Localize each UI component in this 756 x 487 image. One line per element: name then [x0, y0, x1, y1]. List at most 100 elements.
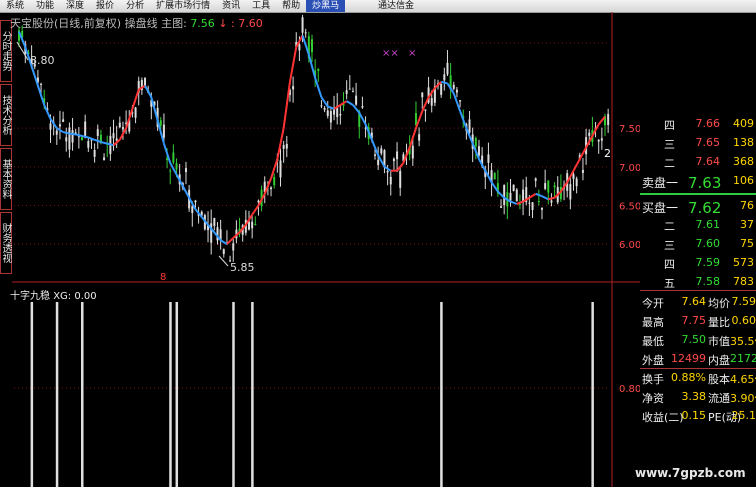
stat-value: 21728 [730, 352, 756, 365]
ask-row: 三 7.65 138 [640, 134, 756, 152]
kline-chart[interactable]: 7.507.006.506.008.805.8528×× ×0.80 [12, 12, 640, 487]
ask-level-label: 四 [664, 119, 675, 132]
candle-body [311, 39, 313, 53]
candle-body [175, 163, 178, 170]
tab-fundamentals[interactable]: 基本资料 [0, 148, 12, 210]
candle-body [459, 100, 462, 102]
ask-price: 7.64 [695, 155, 721, 168]
ask-price: 7.63 [688, 174, 722, 192]
high-label: 8.80 [30, 54, 55, 67]
indicator-segment [572, 158, 581, 172]
candle-body [411, 145, 414, 159]
indicator-segment [69, 132, 76, 136]
candle-body [515, 189, 518, 202]
bid-row: 二 7.61 37 [640, 216, 756, 234]
candle-body [443, 74, 446, 81]
stat-row: 外盘 12499内盘21728 [640, 350, 756, 368]
menu-item-1[interactable]: 功能 [30, 0, 60, 12]
menu-item-5[interactable]: 扩展市场行情 [150, 0, 216, 12]
candle-body [134, 107, 137, 118]
candle-body [329, 111, 332, 123]
menu-item-highlight[interactable]: 炒黑马 [306, 0, 346, 12]
menu-item-7[interactable]: 工具 [246, 0, 276, 12]
candle-body [112, 133, 115, 139]
candle-body [333, 109, 336, 115]
candle-body [279, 160, 282, 178]
tab-technical[interactable]: 技术分析 [0, 84, 12, 146]
candle-body [304, 32, 307, 34]
bid-price: 7.58 [695, 275, 721, 288]
signal-bar [591, 302, 594, 487]
candle-body [414, 112, 417, 126]
candle-body [396, 151, 399, 160]
bid-price: 7.61 [695, 218, 721, 231]
bid-level-label: 买盘一 [642, 201, 679, 215]
low-pointer [218, 255, 229, 267]
indicator-segment [528, 193, 537, 199]
candle-body [474, 137, 477, 147]
candle-body [487, 154, 490, 163]
menu-items: 系统 功能 深度 报价 分析 扩展市场行情 资讯 工具 帮助 炒黑马 [0, 0, 346, 12]
stat-value: 0.88% [671, 371, 706, 384]
bottom-marker: 8 [160, 272, 166, 283]
candle-body [386, 170, 389, 173]
candle-body [528, 202, 531, 204]
candle-body [251, 221, 254, 229]
candle-body [421, 92, 424, 98]
candle-body [339, 114, 342, 116]
stat-value: 7.50 [681, 333, 707, 346]
ask-level-label: 二 [664, 157, 675, 170]
candle-body [323, 108, 326, 110]
menu-item-3[interactable]: 报价 [90, 0, 120, 12]
indicator-segment [440, 80, 448, 85]
menu-item-4[interactable]: 分析 [120, 0, 150, 12]
stat-value: 7.64 [681, 295, 707, 308]
candle-body [254, 223, 257, 226]
signal-bar [175, 302, 179, 487]
candle-body [194, 200, 197, 203]
stat-label: 均价 [708, 297, 730, 310]
stat-value: 3.38 [681, 390, 707, 403]
candle-body [493, 173, 496, 180]
candle-body [572, 174, 575, 179]
candle-body [581, 169, 584, 173]
stat-label: 换手 [642, 373, 664, 386]
stats-divider [640, 290, 756, 291]
candle-body [191, 206, 194, 214]
candle-body [607, 113, 610, 125]
indicator-segment [251, 204, 260, 216]
candle-body [62, 119, 65, 122]
candle-body [159, 120, 162, 126]
indicator-segment [282, 81, 291, 129]
menu-item-0[interactable]: 系统 [0, 0, 30, 12]
menu-item-2[interactable]: 深度 [60, 0, 90, 12]
menu-item-8[interactable]: 帮助 [276, 0, 306, 12]
candle-body [121, 127, 124, 130]
candle-body [534, 178, 537, 181]
ask-volume: 106 [733, 174, 754, 187]
candle-body [96, 129, 99, 136]
indicator-segment [510, 200, 518, 205]
side-tabs: 分时走势 技术分析 基本资料 财务透视 [0, 20, 12, 275]
candle-body [380, 148, 383, 154]
candle-body [84, 121, 87, 138]
y-tick-label: 6.00 [619, 240, 640, 251]
candle-body [273, 176, 276, 186]
quote-panel: 四 7.66 409 三 7.65 138 二 7.64 368 卖盘一 7.63 106 买盘一 7.6… [640, 105, 756, 487]
candle-body [40, 83, 43, 85]
candle-body [87, 141, 90, 148]
ask-row: 四 7.66 409 [640, 115, 756, 133]
indicator-segment [516, 200, 524, 205]
menu-item-6[interactable]: 资讯 [216, 0, 246, 12]
stat-value: 25.1 [731, 409, 756, 422]
candle-body [446, 62, 449, 75]
tab-financials[interactable]: 财务透视 [0, 212, 12, 274]
signal-bar [169, 302, 172, 487]
candle-body [326, 110, 329, 116]
stat-label: 今开 [642, 297, 664, 310]
y-tick-label: 7.50 [619, 124, 640, 135]
stat-value: 7.59 [731, 295, 756, 308]
stat-row: 净资 3.38流通3.90亿 [640, 388, 756, 406]
candle-body [162, 124, 165, 138]
candle-body [144, 78, 147, 86]
